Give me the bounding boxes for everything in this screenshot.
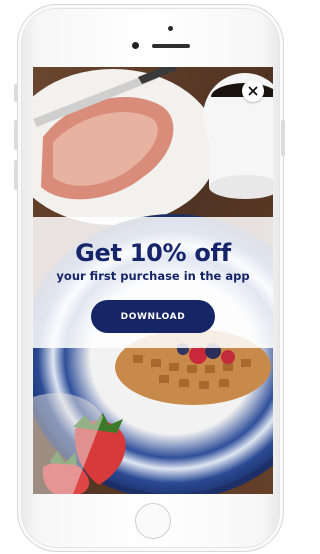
earpiece-speaker: [152, 44, 190, 48]
front-camera: [132, 42, 139, 49]
app-screen: Get 10% off your first purchase in the a…: [33, 67, 273, 494]
download-button[interactable]: DOWNLOAD: [91, 300, 215, 333]
volume-up-button: [14, 120, 18, 150]
front-sensor: [168, 26, 173, 31]
close-button[interactable]: [242, 80, 264, 102]
mute-switch: [14, 84, 18, 102]
volume-down-button: [14, 160, 18, 190]
close-icon: [248, 86, 258, 96]
promo-title: Get 10% off: [75, 239, 231, 267]
promo-banner: Get 10% off your first purchase in the a…: [33, 217, 273, 348]
home-button[interactable]: [135, 503, 171, 539]
promo-subtitle: your first purchase in the app: [56, 269, 250, 283]
power-button: [281, 120, 285, 156]
